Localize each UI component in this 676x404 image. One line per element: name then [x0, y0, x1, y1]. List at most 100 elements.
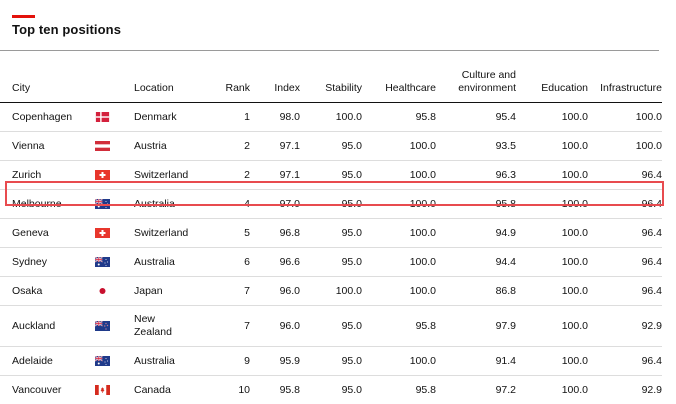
column-header-flag — [92, 57, 134, 103]
cell-healthcare: 100.0 — [362, 347, 436, 376]
cell-infrastructure: 96.4 — [588, 248, 662, 277]
switzerland-flag-icon — [95, 228, 110, 238]
cell-city: Copenhagen — [0, 103, 92, 132]
cell-index: 95.9 — [250, 347, 300, 376]
cell-rank: 4 — [209, 190, 250, 219]
cell-city: Auckland — [0, 306, 92, 347]
cell-location: Canada — [134, 376, 209, 404]
cell-infrastructure: 96.4 — [588, 277, 662, 306]
cell-education: 100.0 — [516, 103, 588, 132]
cell-infrastructure: 96.4 — [588, 190, 662, 219]
cell-healthcare: 100.0 — [362, 277, 436, 306]
cell-education: 100.0 — [516, 347, 588, 376]
switzerland-flag-icon — [95, 170, 110, 180]
cell-culture: 95.8 — [436, 190, 516, 219]
cell-index: 97.0 — [250, 190, 300, 219]
column-header-index: Index — [250, 57, 300, 103]
column-header-stability: Stability — [300, 57, 362, 103]
cell-stability: 95.0 — [300, 306, 362, 347]
table-row-highlighted: Melbourne Australia 4 97.0 95.0 100.0 95… — [0, 190, 662, 219]
australia-flag-icon — [95, 199, 110, 209]
cell-index: 96.6 — [250, 248, 300, 277]
cell-index: 98.0 — [250, 103, 300, 132]
cell-education: 100.0 — [516, 219, 588, 248]
cell-education: 100.0 — [516, 190, 588, 219]
cell-location: Denmark — [134, 103, 209, 132]
cell-index: 96.0 — [250, 277, 300, 306]
column-header-culture-line2: environment — [458, 82, 516, 94]
cell-city: Sydney — [0, 248, 92, 277]
cell-city: Adelaide — [0, 347, 92, 376]
rankings-table: City Location Rank Index Stability Healt… — [0, 57, 662, 404]
canada-flag-icon — [95, 385, 110, 395]
cell-infrastructure: 96.4 — [588, 161, 662, 190]
page-title: Top ten positions — [12, 22, 121, 37]
cell-healthcare: 100.0 — [362, 132, 436, 161]
cell-education: 100.0 — [516, 132, 588, 161]
cell-index: 96.8 — [250, 219, 300, 248]
cell-culture: 96.3 — [436, 161, 516, 190]
cell-culture: 94.4 — [436, 248, 516, 277]
cell-location: Austria — [134, 132, 209, 161]
cell-culture: 91.4 — [436, 347, 516, 376]
cell-rank: 7 — [209, 306, 250, 347]
cell-index: 95.8 — [250, 376, 300, 404]
table-row: Vancouver Canada 10 95.8 95.0 95.8 97.2 … — [0, 376, 662, 404]
australia-flag-icon — [95, 257, 110, 267]
cell-location: Australia — [134, 190, 209, 219]
cell-infrastructure: 92.9 — [588, 306, 662, 347]
table-row: Geneva Switzerland 5 96.8 95.0 100.0 94.… — [0, 219, 662, 248]
new-zealand-flag-icon — [95, 321, 110, 331]
table-row: Vienna Austria 2 97.1 95.0 100.0 93.5 10… — [0, 132, 662, 161]
cell-infrastructure: 100.0 — [588, 103, 662, 132]
cell-rank: 10 — [209, 376, 250, 404]
cell-healthcare: 100.0 — [362, 161, 436, 190]
table-header-row: City Location Rank Index Stability Healt… — [0, 57, 662, 103]
cell-rank: 5 — [209, 219, 250, 248]
cell-infrastructure: 100.0 — [588, 132, 662, 161]
cell-rank: 7 — [209, 277, 250, 306]
cell-culture: 97.2 — [436, 376, 516, 404]
cell-stability: 100.0 — [300, 277, 362, 306]
cell-stability: 95.0 — [300, 190, 362, 219]
cell-stability: 95.0 — [300, 161, 362, 190]
cell-city: Vienna — [0, 132, 92, 161]
cell-stability: 95.0 — [300, 219, 362, 248]
column-header-culture-line1: Culture and — [462, 69, 516, 81]
cell-stability: 95.0 — [300, 347, 362, 376]
cell-healthcare: 100.0 — [362, 248, 436, 277]
cell-location: Australia — [134, 248, 209, 277]
cell-education: 100.0 — [516, 306, 588, 347]
cell-culture: 94.9 — [436, 219, 516, 248]
cell-infrastructure: 92.9 — [588, 376, 662, 404]
column-header-education: Education — [516, 57, 588, 103]
cell-healthcare: 95.8 — [362, 306, 436, 347]
table-row: Copenhagen Denmark 1 98.0 100.0 95.8 95.… — [0, 103, 662, 132]
cell-location: Japan — [134, 277, 209, 306]
cell-location-line1: New — [134, 313, 155, 325]
cell-education: 100.0 — [516, 277, 588, 306]
cell-city: Zurich — [0, 161, 92, 190]
cell-stability: 100.0 — [300, 103, 362, 132]
cell-location: Switzerland — [134, 219, 209, 248]
cell-rank: 2 — [209, 161, 250, 190]
cell-rank: 2 — [209, 132, 250, 161]
cell-culture: 95.4 — [436, 103, 516, 132]
cell-city: Geneva — [0, 219, 92, 248]
title-divider — [0, 50, 659, 51]
table-row: Zurich Switzerland 2 97.1 95.0 100.0 96.… — [0, 161, 662, 190]
cell-rank: 1 — [209, 103, 250, 132]
cell-location: NewZealand — [134, 306, 209, 347]
cell-healthcare: 100.0 — [362, 190, 436, 219]
table-row: Auckland NewZealand 7 96.0 95.0 95.8 97.… — [0, 306, 662, 347]
cell-education: 100.0 — [516, 248, 588, 277]
denmark-flag-icon — [95, 112, 110, 122]
column-header-healthcare: Healthcare — [362, 57, 436, 103]
cell-culture: 97.9 — [436, 306, 516, 347]
australia-flag-icon — [95, 356, 110, 366]
table-row: Osaka Japan 7 96.0 100.0 100.0 86.8 100.… — [0, 277, 662, 306]
cell-rank: 6 — [209, 248, 250, 277]
column-header-culture: Culture andenvironment — [436, 57, 516, 103]
cell-location-line2: Zealand — [134, 326, 172, 338]
cell-location: Australia — [134, 347, 209, 376]
